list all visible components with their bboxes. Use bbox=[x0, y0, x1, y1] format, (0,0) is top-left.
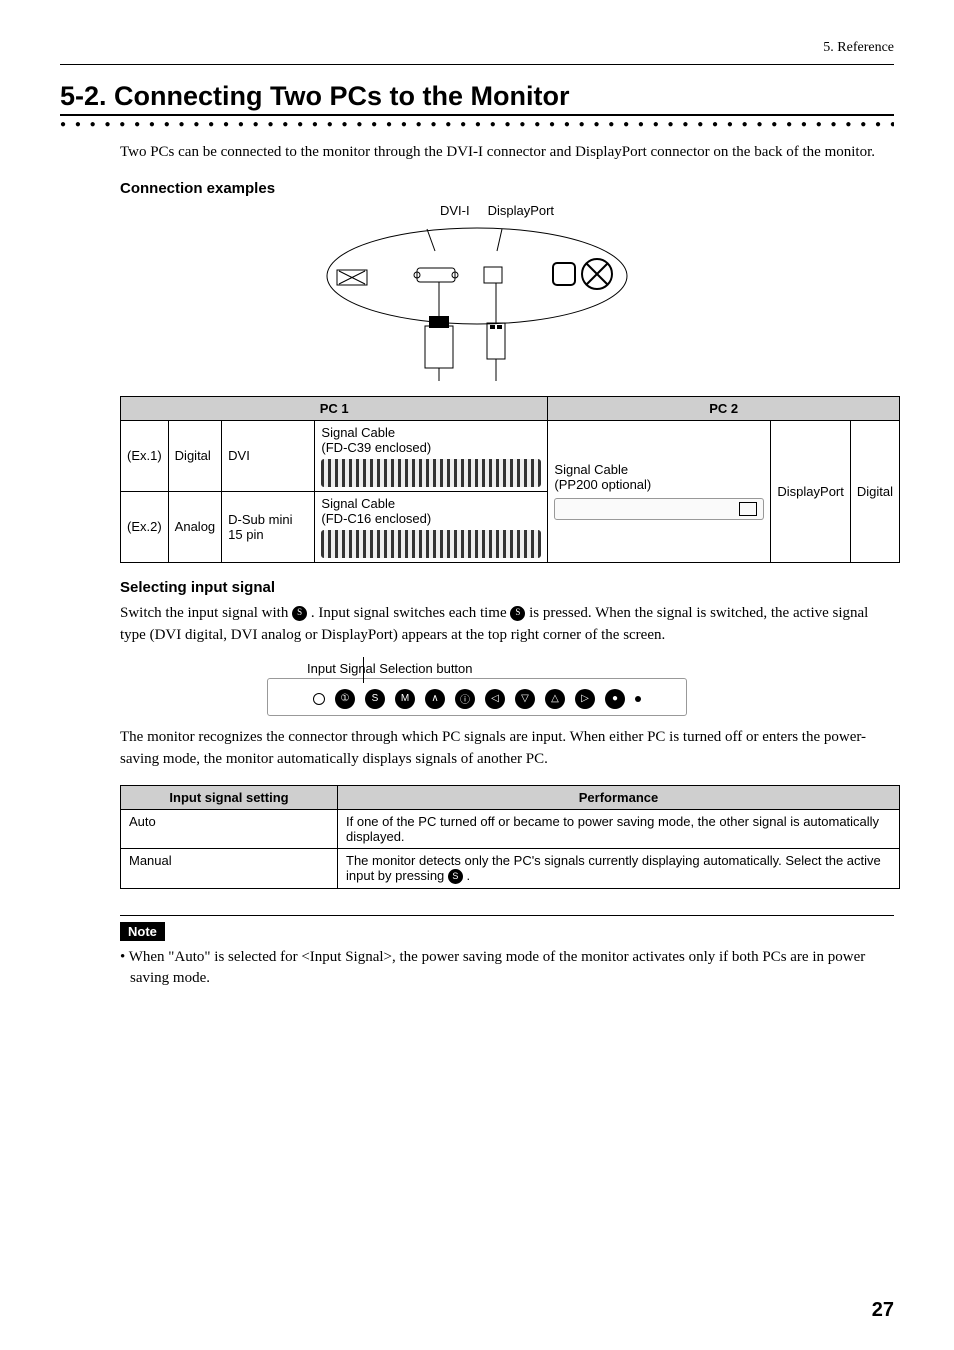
panel-button: ① bbox=[335, 689, 355, 709]
panel-button: ▷ bbox=[575, 689, 595, 709]
cell-ex1: (Ex.1) bbox=[121, 420, 169, 491]
page-number: 27 bbox=[872, 1299, 894, 1322]
cell-perf-auto: If one of the PC turned off or became to… bbox=[338, 809, 900, 848]
th-pc2: PC 2 bbox=[548, 396, 900, 420]
cable-sublabel: (FD-C39 enclosed) bbox=[321, 440, 431, 455]
cell-conn-dsub: D-Sub mini 15 pin bbox=[222, 491, 315, 562]
subhead-connection-examples: Connection examples bbox=[120, 180, 894, 197]
button-panel-area: Input Signal Selection button ① S M ∧ ⓘ … bbox=[267, 661, 687, 716]
front-panel: ① S M ∧ ⓘ ◁ ▽ △ ▷ ● bbox=[267, 678, 687, 716]
panel-button: M bbox=[395, 689, 415, 709]
text-fragment: The monitor detects only the PC's signal… bbox=[346, 853, 881, 883]
table-row: Manual The monitor detects only the PC's… bbox=[121, 848, 900, 888]
note-section: Note • When "Auto" is selected for <Inpu… bbox=[120, 915, 894, 989]
cable-sublabel: (FD-C16 enclosed) bbox=[321, 511, 431, 526]
cable-label: Signal Cable bbox=[321, 425, 395, 440]
panel-button: ∧ bbox=[425, 689, 445, 709]
indicator-dot-icon bbox=[635, 696, 641, 702]
power-led-icon bbox=[313, 693, 325, 705]
dp-cable-icon bbox=[554, 498, 764, 520]
cell-cable-fdc16: Signal Cable (FD-C16 enclosed) bbox=[315, 491, 548, 562]
cell-conn-dvi: DVI bbox=[222, 420, 315, 491]
th-pc1: PC 1 bbox=[121, 396, 548, 420]
connection-diagram: DVI-I DisplayPort bbox=[287, 203, 667, 386]
panel-button: ⓘ bbox=[455, 689, 475, 709]
note-label: Note bbox=[120, 922, 165, 941]
panel-button: ◁ bbox=[485, 689, 505, 709]
heading-wrap: 5-2. Connecting Two PCs to the Monitor bbox=[60, 81, 894, 116]
performance-table: Input signal setting Performance Auto If… bbox=[120, 785, 900, 889]
panel-button-signal: S bbox=[365, 689, 385, 709]
cell-mode-analog: Analog bbox=[168, 491, 221, 562]
label-displayport: DisplayPort bbox=[488, 203, 554, 218]
button-panel-caption: Input Signal Selection button bbox=[307, 661, 687, 676]
page-title: 5-2. Connecting Two PCs to the Monitor bbox=[60, 81, 894, 116]
select-input-text: Switch the input signal with S . Input s… bbox=[120, 602, 884, 647]
panel-button: △ bbox=[545, 689, 565, 709]
cell-pc2-mode: Digital bbox=[850, 420, 899, 562]
cell-setting-manual: Manual bbox=[121, 848, 338, 888]
intro-text: Two PCs can be connected to the monitor … bbox=[120, 141, 884, 164]
panel-button-enter: ● bbox=[605, 689, 625, 709]
table-row: Auto If one of the PC turned off or beca… bbox=[121, 809, 900, 848]
signal-button-icon: S bbox=[292, 606, 307, 621]
text-fragment: . Input signal switches each time bbox=[311, 605, 511, 621]
panel-button: ▽ bbox=[515, 689, 535, 709]
subhead-selecting-input: Selecting input signal bbox=[120, 579, 894, 596]
cell-perf-manual: The monitor detects only the PC's signal… bbox=[338, 848, 900, 888]
pointer-line-icon bbox=[363, 657, 364, 683]
text-fragment: . bbox=[467, 868, 471, 883]
cable-label: Signal Cable bbox=[554, 462, 628, 477]
th-performance: Performance bbox=[338, 785, 900, 809]
note-text: • When "Auto" is selected for <Input Sig… bbox=[120, 947, 894, 989]
recognize-text: The monitor recognizes the connector thr… bbox=[120, 726, 884, 771]
cell-pc2-conn: DisplayPort bbox=[771, 420, 850, 562]
cable-sublabel: (PP200 optional) bbox=[554, 477, 651, 492]
label-dvi-i: DVI-I bbox=[440, 203, 470, 218]
cable-icon bbox=[321, 459, 541, 487]
cell-setting-auto: Auto bbox=[121, 809, 338, 848]
th-setting: Input signal setting bbox=[121, 785, 338, 809]
connection-table: PC 1 PC 2 (Ex.1) Digital DVI Signal Cabl… bbox=[120, 396, 900, 563]
section-label: 5. Reference bbox=[60, 40, 894, 56]
dotted-divider: ● ● ● ● ● ● ● ● ● ● ● ● ● ● ● ● ● ● ● ● … bbox=[60, 119, 894, 131]
table-row: (Ex.1) Digital DVI Signal Cable (FD-C39 … bbox=[121, 420, 900, 491]
signal-button-icon: S bbox=[448, 869, 463, 884]
cable-label: Signal Cable bbox=[321, 496, 395, 511]
cable-icon bbox=[321, 530, 541, 558]
cell-ex2: (Ex.2) bbox=[121, 491, 169, 562]
cell-cable-fdc39: Signal Cable (FD-C39 enclosed) bbox=[315, 420, 548, 491]
signal-button-icon: S bbox=[510, 606, 525, 621]
cell-mode-digital: Digital bbox=[168, 420, 221, 491]
top-rule bbox=[60, 64, 894, 65]
text-fragment: Switch the input signal with bbox=[120, 605, 292, 621]
monitor-ports-illustration bbox=[297, 221, 657, 386]
cell-pc2-cable: Signal Cable (PP200 optional) bbox=[548, 420, 771, 562]
